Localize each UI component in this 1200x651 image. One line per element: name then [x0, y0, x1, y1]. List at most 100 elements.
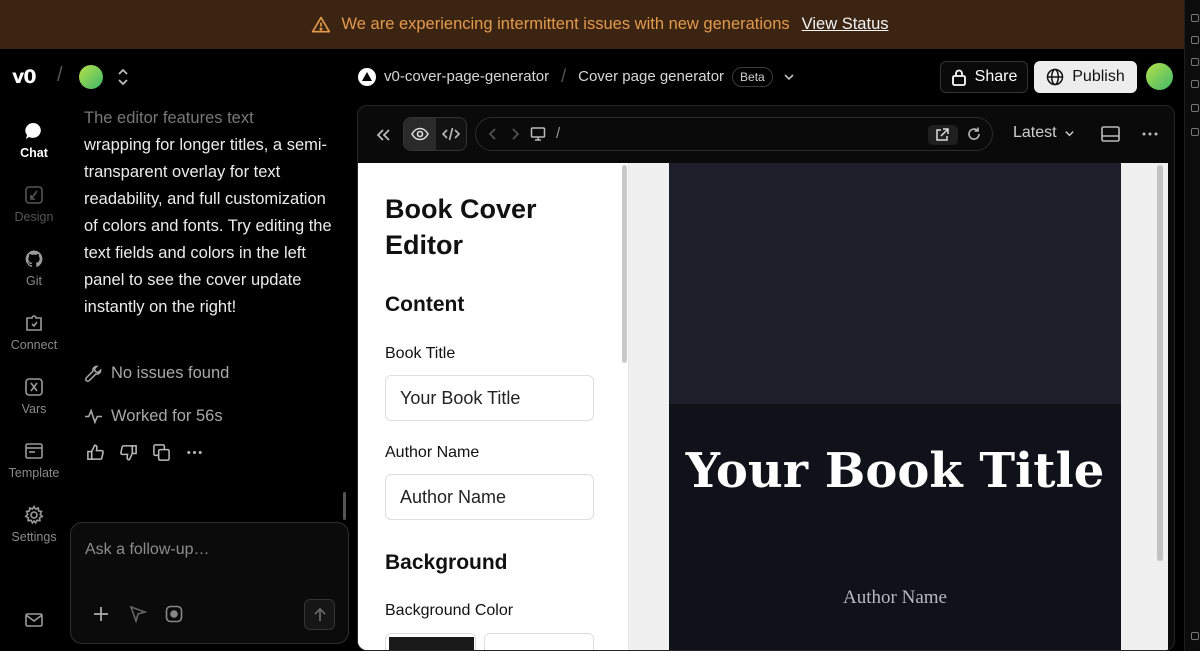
strip-gear-icon[interactable] [1191, 632, 1199, 640]
code-icon[interactable] [442, 125, 460, 143]
more-icon[interactable] [185, 443, 204, 462]
plus-icon[interactable] [91, 604, 111, 624]
rail-label: Git [26, 274, 42, 288]
design-icon [25, 186, 43, 204]
chevron-up-down-icon[interactable] [116, 67, 130, 87]
stage-scrollbar[interactable] [1157, 165, 1163, 561]
github-icon [25, 250, 43, 267]
header-divider: / [57, 64, 63, 86]
book-title-input[interactable]: Your Book Title [385, 375, 594, 421]
rail-item-settings[interactable]: Settings [0, 505, 68, 544]
assistant-message: The editor features text wrapping for lon… [84, 105, 344, 321]
strip-icon[interactable] [1191, 80, 1199, 88]
vercel-icon [358, 67, 376, 86]
book-title-label: Book Title [385, 345, 456, 362]
strip-icon[interactable] [1191, 128, 1199, 136]
rail-label: Design [14, 210, 54, 224]
globe-icon [1047, 68, 1064, 86]
connect-icon [26, 315, 42, 331]
preview-url-bar[interactable]: / [475, 117, 993, 151]
thumbs-down-icon[interactable] [119, 443, 138, 462]
url-path[interactable]: / [556, 125, 560, 142]
message-actions [86, 443, 204, 462]
follow-up-composer[interactable]: Ask a follow-up… [70, 522, 349, 644]
eye-icon[interactable] [411, 125, 429, 143]
rail-label: Vars [21, 402, 47, 416]
section-background-heading: Background [385, 551, 508, 574]
send-button[interactable] [304, 599, 335, 630]
warning-icon [312, 16, 331, 32]
rail-item-design[interactable]: Design [0, 185, 68, 224]
cover-title: Your Book Title [685, 443, 1105, 499]
rail-item-template[interactable]: Template [0, 441, 68, 480]
message-faded-line: The editor features text [84, 109, 254, 127]
book-cover: Your Book Title Author Name [669, 163, 1121, 650]
thumbs-up-icon[interactable] [86, 443, 105, 462]
preview-panel: / Latest Book Cover Editor Content Book … [357, 105, 1175, 651]
status-issues-text: No issues found [111, 364, 230, 382]
chevron-down-icon[interactable] [783, 71, 795, 83]
breadcrumb: v0-cover-page-generator / Cover page gen… [358, 66, 795, 87]
side-strip [1184, 0, 1200, 651]
user-avatar[interactable] [1146, 63, 1173, 90]
banner-message: We are experiencing intermittent issues … [341, 15, 790, 33]
share-label: Share [974, 68, 1018, 85]
forward-icon[interactable] [508, 126, 522, 142]
beta-badge: Beta [732, 66, 773, 87]
publish-button[interactable]: Publish [1034, 61, 1137, 93]
monitor-icon[interactable] [530, 126, 546, 142]
lock-icon [951, 69, 966, 86]
cover-stage: Your Book Title Author Name [629, 163, 1168, 650]
team-avatar[interactable] [79, 65, 103, 89]
chat-title[interactable]: Cover page generator [578, 68, 724, 85]
mail-icon[interactable] [24, 610, 44, 630]
section-content-heading: Content [385, 293, 465, 316]
top-header: v0 / v0-cover-page-generator / Cover pag… [0, 49, 1200, 105]
background-color-swatch[interactable] [385, 633, 476, 650]
breadcrumb-divider: / [561, 66, 567, 86]
publish-label: Publish [1072, 68, 1125, 85]
design-mode-icon[interactable] [128, 604, 148, 624]
strip-icon[interactable] [1191, 36, 1199, 44]
rail-item-connect[interactable]: Connect [0, 313, 68, 352]
author-name-input[interactable]: Author Name [385, 474, 594, 520]
refresh-icon[interactable] [966, 126, 982, 142]
author-name-label: Author Name [385, 444, 480, 461]
panel-layout-icon[interactable] [1101, 125, 1120, 143]
background-color-input[interactable] [484, 633, 594, 650]
message-text: wrapping for longer titles, a semi-trans… [84, 136, 332, 316]
rail-item-git[interactable]: Git [0, 249, 68, 288]
composer-placeholder[interactable]: Ask a follow-up… [85, 541, 210, 559]
editor-scrollbar[interactable] [622, 165, 627, 363]
status-no-issues: No issues found [84, 364, 229, 383]
more-options-icon[interactable] [1141, 125, 1159, 143]
view-status-link[interactable]: View Status [802, 15, 889, 34]
record-icon[interactable] [164, 604, 184, 624]
rail-label: Template [8, 466, 60, 480]
rail-item-chat[interactable]: Chat [0, 121, 68, 160]
rail-label: Chat [20, 146, 48, 160]
background-color-label: Background Color [385, 602, 514, 619]
strip-icon[interactable] [1191, 14, 1199, 22]
chat-thread: The editor features text wrapping for lon… [84, 105, 344, 321]
version-dropdown[interactable]: Latest [1013, 124, 1075, 142]
rail-label: Settings [11, 530, 57, 544]
collapse-sidebar-icon[interactable] [374, 126, 392, 144]
copy-icon[interactable] [152, 443, 171, 462]
status-banner: We are experiencing intermittent issues … [0, 0, 1200, 49]
open-external-icon[interactable] [928, 125, 958, 145]
share-button[interactable]: Share [940, 61, 1028, 93]
variables-icon [25, 378, 43, 396]
activity-icon [84, 408, 103, 425]
back-icon[interactable] [486, 126, 500, 142]
project-name[interactable]: v0-cover-page-generator [384, 68, 549, 85]
cover-top-band [669, 163, 1121, 404]
gear-icon [24, 505, 44, 525]
rail-label: Connect [10, 338, 58, 352]
rail-item-vars[interactable]: Vars [0, 377, 68, 416]
chat-icon [25, 122, 41, 139]
chat-scrollbar[interactable] [343, 492, 346, 520]
v0-logo[interactable]: v0 [12, 66, 37, 88]
strip-icon[interactable] [1191, 58, 1199, 66]
strip-icon[interactable] [1191, 104, 1199, 112]
